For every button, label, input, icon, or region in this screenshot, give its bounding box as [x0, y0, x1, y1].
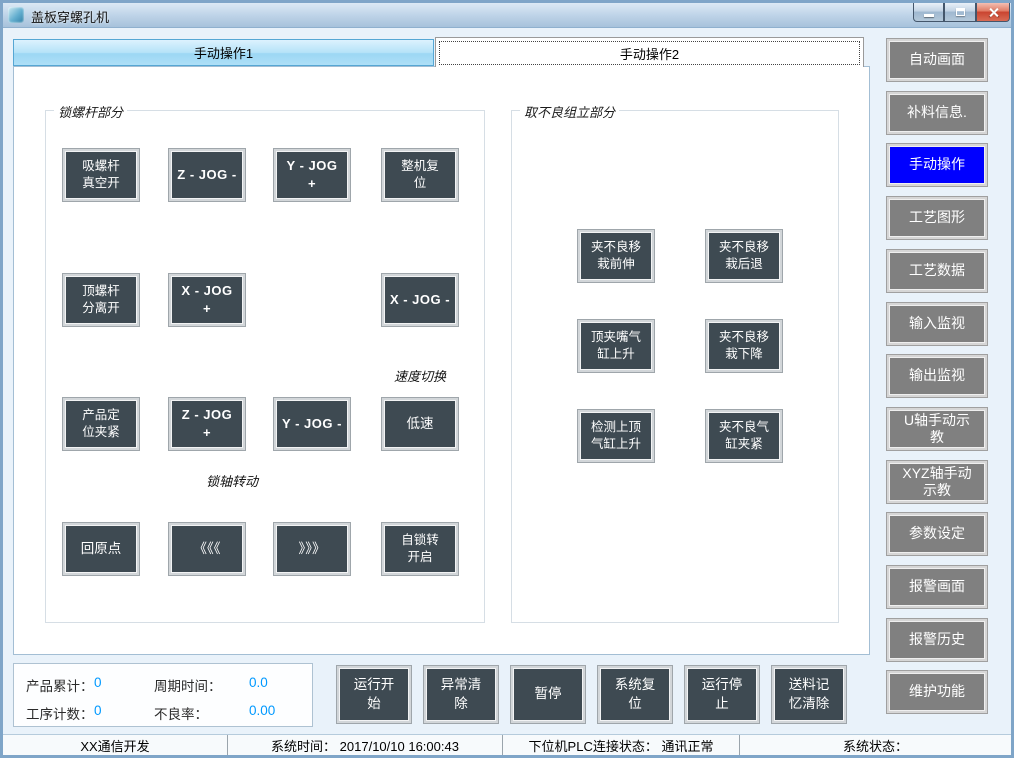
detect-top-cylinder-up-button[interactable]: 检测上顶 气缸上升 [578, 410, 654, 462]
group-lock-screw-title: 锁螺杆部分 [54, 102, 127, 121]
run-start-button[interactable]: 运行开 始 [337, 666, 411, 723]
clamp-defect-transfer-back-button[interactable]: 夹不良移 栽后退 [706, 230, 782, 282]
z-jog-minus-button[interactable]: Z - JOG - [169, 149, 245, 201]
title-bar: 盖板穿螺孔机 [3, 3, 1011, 28]
top-clamp-nozzle-cylinder-up-button[interactable]: 顶夹嘴气 缸上升 [578, 320, 654, 372]
window-title: 盖板穿螺孔机 [31, 7, 109, 26]
x-jog-plus-button[interactable]: X - JOG + [169, 274, 245, 326]
sidebar-item-output-monitor[interactable]: 输出监视 [887, 355, 987, 397]
cycle-time-value: 0.0 [249, 675, 268, 690]
status-system-time: 系统时间： 2017/10/10 16:00:43 [227, 735, 502, 756]
sidebar-item-refill-info[interactable]: 补料信息. [887, 92, 987, 134]
production-stats-panel: 产品累计： 0 周期时间： 0.0 工序计数： 0 不良率： 0.00 [13, 663, 313, 727]
speed-switch-label: 速度切换 [382, 366, 458, 385]
app-window: 盖板穿螺孔机 手动操作1 手动操作2 锁螺杆部分 吸螺杆 真空开 Z - JOG… [0, 0, 1014, 758]
z-jog-plus-button[interactable]: Z - JOG + [169, 398, 245, 450]
product-total-value: 0 [94, 675, 102, 690]
rotate-right-button[interactable]: 》》》 [274, 523, 350, 575]
cycle-time-label: 周期时间： [154, 675, 222, 695]
sidebar-item-alarm-history[interactable]: 报警历史 [887, 619, 987, 661]
sidebar-item-process-data[interactable]: 工艺数据 [887, 250, 987, 292]
group-defect-assembly-title: 取不良组立部分 [520, 102, 619, 121]
product-position-clamp-button[interactable]: 产品定 位夹紧 [63, 398, 139, 450]
push-screw-separate-button[interactable]: 顶螺杆 分离开 [63, 274, 139, 326]
sidebar-item-xyz-axis-teach[interactable]: XYZ轴手动 示教 [887, 461, 987, 503]
maximize-button[interactable] [944, 3, 976, 22]
low-speed-button[interactable]: 低速 [382, 398, 458, 450]
group-defect-assembly: 取不良组立部分 夹不良移 栽前伸 夹不良移 栽后退 顶夹嘴气 缸上升 夹不良移 … [511, 110, 839, 623]
tab-manual-operation-2-label: 手动操作2 [439, 41, 860, 65]
close-button[interactable] [976, 3, 1010, 22]
caption-buttons [913, 3, 1010, 22]
rotate-left-button[interactable]: 《《《 [169, 523, 245, 575]
defect-rate-label: 不良率： [154, 703, 208, 723]
machine-reset-button[interactable]: 整机复 位 [382, 149, 458, 201]
sidebar-item-auto-screen[interactable]: 自动画面 [887, 39, 987, 81]
y-jog-minus-button[interactable]: Y - JOG - [274, 398, 350, 450]
group-lock-screw: 锁螺杆部分 吸螺杆 真空开 Z - JOG - Y - JOG + 整机复 位 … [45, 110, 485, 623]
status-company: XX通信开发 [3, 735, 227, 756]
process-count-value: 0 [94, 703, 102, 718]
app-icon [8, 7, 24, 23]
suck-screw-vacuum-open-button[interactable]: 吸螺杆 真空开 [63, 149, 139, 201]
status-plc-connection: 下位机PLC连接状态： 通讯正常 [502, 735, 739, 756]
x-jog-minus-button[interactable]: X - JOG - [382, 274, 458, 326]
system-reset-button[interactable]: 系统复 位 [598, 666, 672, 723]
tab-manual-operation-2[interactable]: 手动操作2 [435, 37, 864, 67]
minimize-button[interactable] [913, 3, 944, 22]
maximize-icon [956, 8, 965, 16]
tab-manual-operation-1[interactable]: 手动操作1 [13, 39, 434, 66]
status-system-state: 系统状态： [739, 735, 1011, 756]
process-count-label: 工序计数： [26, 703, 94, 723]
sidebar-item-alarm-screen[interactable]: 报警画面 [887, 566, 987, 608]
home-position-button[interactable]: 回原点 [63, 523, 139, 575]
error-clear-button[interactable]: 异常清 除 [424, 666, 498, 723]
close-icon [988, 7, 999, 18]
lock-axis-rotate-label: 锁轴转动 [169, 471, 295, 490]
sidebar-item-parameter-set[interactable]: 参数设定 [887, 513, 987, 555]
product-total-label: 产品累计： [26, 675, 94, 695]
minimize-icon [924, 14, 934, 17]
defect-rate-value: 0.00 [249, 703, 275, 718]
sidebar-item-maintenance[interactable]: 维护功能 [887, 671, 987, 713]
y-jog-plus-button[interactable]: Y - JOG + [274, 149, 350, 201]
sidebar-item-u-axis-teach[interactable]: U轴手动示 教 [887, 408, 987, 450]
sidebar-item-input-monitor[interactable]: 输入监视 [887, 303, 987, 345]
feed-memory-clear-button[interactable]: 送料记 忆清除 [772, 666, 846, 723]
sidebar-item-process-graphic[interactable]: 工艺图形 [887, 197, 987, 239]
status-bar: XX通信开发 系统时间： 2017/10/10 16:00:43 下位机PLC连… [3, 734, 1011, 755]
clamp-defect-transfer-down-button[interactable]: 夹不良移 栽下降 [706, 320, 782, 372]
clamp-defect-cylinder-clamp-button[interactable]: 夹不良气 缸夹紧 [706, 410, 782, 462]
clamp-defect-transfer-forward-button[interactable]: 夹不良移 栽前伸 [578, 230, 654, 282]
sidebar-item-manual-operation[interactable]: 手动操作 [887, 144, 987, 186]
pause-button[interactable]: 暂停 [511, 666, 585, 723]
run-stop-button[interactable]: 运行停 止 [685, 666, 759, 723]
self-lock-rotate-open-button[interactable]: 自锁转 开启 [382, 523, 458, 575]
